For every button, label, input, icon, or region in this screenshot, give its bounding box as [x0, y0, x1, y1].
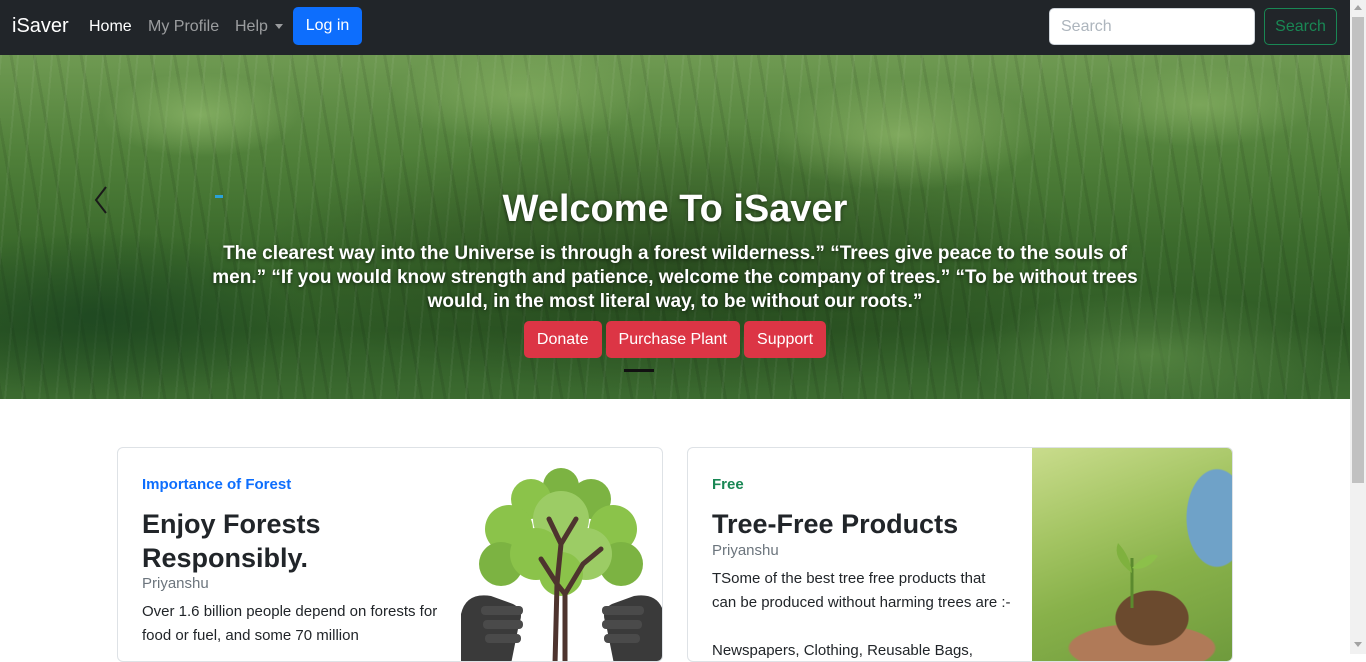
page-scrollbar[interactable] [1350, 0, 1366, 654]
card-author: Priyanshu [712, 542, 779, 559]
scroll-thumb[interactable] [1352, 17, 1364, 483]
chevron-down-icon [274, 24, 283, 30]
nav-link-my-profile[interactable]: My Profile [148, 18, 219, 36]
donate-button[interactable]: Donate [523, 321, 602, 358]
login-button[interactable]: Log in [293, 7, 362, 45]
scroll-down-arrow-icon[interactable] [1354, 642, 1362, 647]
navbar: iSaver Home My Profile Help Log in Searc… [0, 0, 1350, 55]
card-category: Importance of Forest [142, 476, 292, 493]
card-text: TSome of the best tree free products tha… [712, 570, 1011, 611]
card-title: Enjoy Forests Responsibly. [142, 509, 321, 573]
hero-title: Welcome To iSaver [502, 188, 848, 230]
tree-in-hands-image [461, 468, 662, 661]
card-tree-free-products: Free Tree-Free Products Priyanshu TSome … [687, 447, 1233, 662]
card-text: Over 1.6 billion people depend on forest… [142, 603, 438, 644]
search-input[interactable] [1049, 8, 1255, 45]
hero-quote: The clearest way into the Universe is th… [212, 243, 1138, 312]
hero-button-group: Donate Purchase Plant Support [0, 321, 1350, 358]
card-importance-of-forest: Importance of Forest Enjoy Forests Respo… [117, 447, 663, 662]
hero-carousel: Welcome To iSaver The clearest way into … [0, 55, 1350, 399]
seedling-icon [1116, 543, 1158, 608]
purchase-plant-button[interactable]: Purchase Plant [605, 321, 741, 358]
hands-holding-seedling-image [1032, 448, 1232, 661]
card-title: Tree-Free Products [712, 509, 959, 539]
card-text-list: Newspapers, Clothing, Reusable Bags, [712, 642, 973, 659]
nav-link-home[interactable]: Home [89, 18, 132, 36]
carousel-indicator-active[interactable] [624, 369, 654, 372]
nav-link-help-label: Help [235, 18, 268, 35]
brand-logo[interactable]: iSaver [12, 15, 69, 38]
search-button[interactable]: Search [1264, 8, 1337, 45]
nav-dropdown-help[interactable]: Help [235, 18, 283, 36]
card-author: Priyanshu [142, 575, 209, 592]
card-category: Free [712, 476, 744, 493]
scroll-up-arrow-icon[interactable] [1354, 5, 1362, 10]
support-button[interactable]: Support [744, 321, 827, 358]
